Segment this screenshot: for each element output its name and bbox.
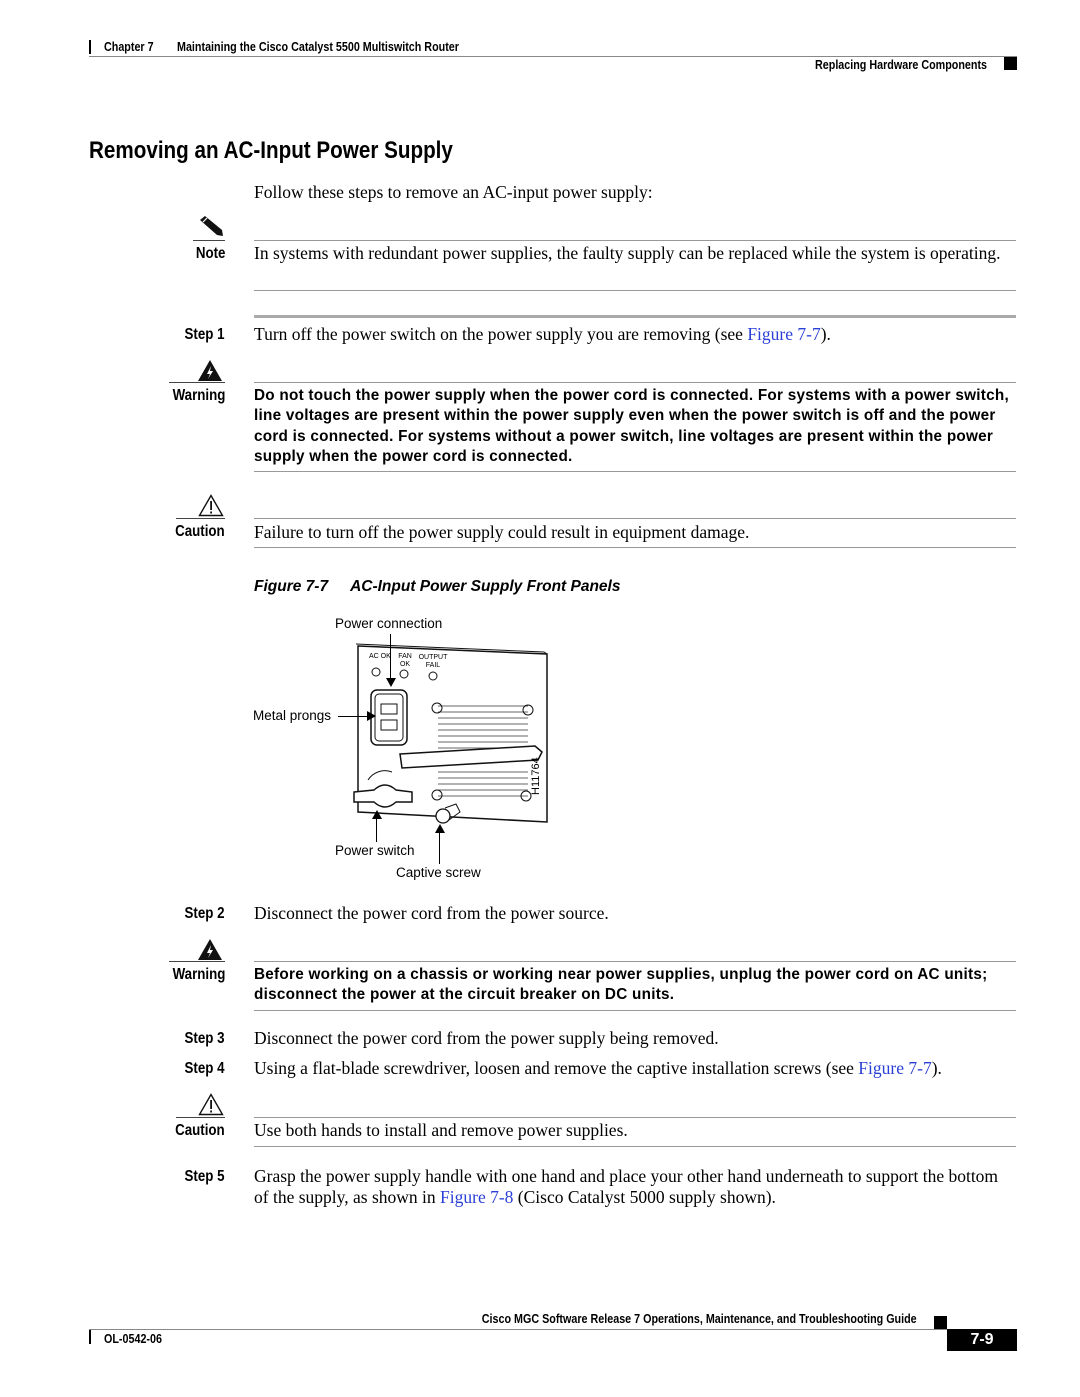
caution-icon [198, 1093, 224, 1116]
power-connection-label: Power connection [335, 616, 443, 631]
ac-ok-label: AC OK [369, 653, 391, 660]
power-switch-label: Power switch [335, 843, 415, 858]
page-title: Removing an AC-Input Power Supply [89, 137, 453, 164]
power-supply-illustration [353, 643, 548, 824]
footer-bar [89, 1330, 91, 1344]
warning2-top-rule [254, 961, 1016, 962]
figure-caption: Figure 7-7 AC-Input Power Supply Front Pa… [254, 578, 621, 595]
warning1-label: Warning [172, 387, 225, 404]
output-fail-label: OUTPUT FAIL [418, 654, 448, 669]
step3-label: Step 3 [184, 1030, 225, 1047]
warning1-top-rule [254, 382, 1016, 383]
warning2-text: Before working on a chassis or working n… [254, 966, 988, 1004]
note-text: In systems with redundant power supplies… [254, 243, 1001, 263]
header-bar [89, 40, 91, 54]
caution2-text: Use both hands to install and remove pow… [254, 1120, 628, 1140]
figure-id: H11764 [530, 757, 542, 795]
warning2-label: Warning [172, 966, 225, 983]
warning-electric-icon [198, 939, 222, 960]
figure-7-7-link[interactable]: Figure 7-7 [747, 324, 820, 344]
caution1-text: Failure to turn off the power supply cou… [254, 522, 750, 542]
caution2-label: Caution [175, 1122, 225, 1139]
page-number: 7-9 [947, 1329, 1017, 1351]
document-page: Chapter 7 Maintaining the Cisco Catalyst… [0, 0, 1080, 1397]
step1-label: Step 1 [184, 326, 225, 343]
arrow-line [338, 716, 368, 717]
header-chapter-title: Maintaining the Cisco Catalyst 5500 Mult… [177, 40, 459, 54]
steps-top-rule [254, 315, 1016, 318]
warning1-text: Do not touch the power supply when the p… [254, 387, 1009, 465]
step3-text: Disconnect the power cord from the power… [254, 1028, 719, 1048]
header-chapter: Chapter 7 [104, 40, 154, 54]
footer-doc-id: OL-0542-06 [104, 1332, 162, 1346]
caution1-label: Caution [175, 523, 225, 540]
warning-electric-icon [198, 360, 222, 381]
arrow-head-icon [372, 810, 382, 819]
footer-rule [89, 1329, 947, 1330]
pencil-note-icon [200, 216, 223, 236]
arrow-line [390, 634, 391, 682]
note-bottom-rule [254, 290, 1016, 291]
step4-label: Step 4 [184, 1060, 225, 1077]
warning1-bottom-rule [254, 471, 1016, 472]
step5-text: Grasp the power supply handle with one h… [254, 1166, 999, 1207]
figure-7-8-link[interactable]: Figure 7-8 [440, 1187, 513, 1207]
note-icon-rule [193, 240, 225, 241]
caution2-bottom-rule [254, 1146, 1016, 1147]
footer-guide-title: Cisco MGC Software Release 7 Operations,… [482, 1312, 917, 1326]
caution-icon-rule [176, 518, 225, 519]
caution-icon [198, 494, 224, 517]
step2-label: Step 2 [184, 905, 225, 922]
fan-ok-label: FAN OK [398, 653, 412, 668]
header-block [1004, 57, 1017, 70]
warning-icon-rule [169, 382, 225, 383]
header-section: Replacing Hardware Components [814, 58, 987, 72]
caution2-top-rule [254, 1117, 1016, 1118]
step4-text: Using a flat-blade screwdriver, loosen a… [254, 1058, 942, 1078]
header-rule [89, 56, 1017, 57]
warning-icon-rule [169, 961, 225, 962]
captive-screw-label: Captive screw [396, 865, 481, 880]
metal-prongs-label: Metal prongs [253, 708, 332, 723]
warning2-bottom-rule [254, 1010, 1016, 1011]
arrow-head-icon [386, 678, 396, 687]
caution1-bottom-rule [254, 547, 1016, 548]
caution1-top-rule [254, 518, 1016, 519]
note-label: Note [195, 245, 225, 262]
footer-block [934, 1316, 947, 1329]
arrow-line [376, 818, 377, 842]
caution-icon-rule [176, 1117, 225, 1118]
note-top-rule [254, 240, 1016, 241]
step1-text: Turn off the power switch on the power s… [254, 324, 831, 344]
step2-text: Disconnect the power cord from the power… [254, 903, 609, 923]
arrow-line [439, 832, 440, 864]
intro-text: Follow these steps to remove an AC-input… [254, 182, 653, 202]
figure-7-7-link[interactable]: Figure 7-7 [858, 1058, 931, 1078]
arrow-head-icon [435, 824, 445, 833]
arrow-head-icon [367, 711, 376, 721]
step5-label: Step 5 [184, 1168, 225, 1185]
